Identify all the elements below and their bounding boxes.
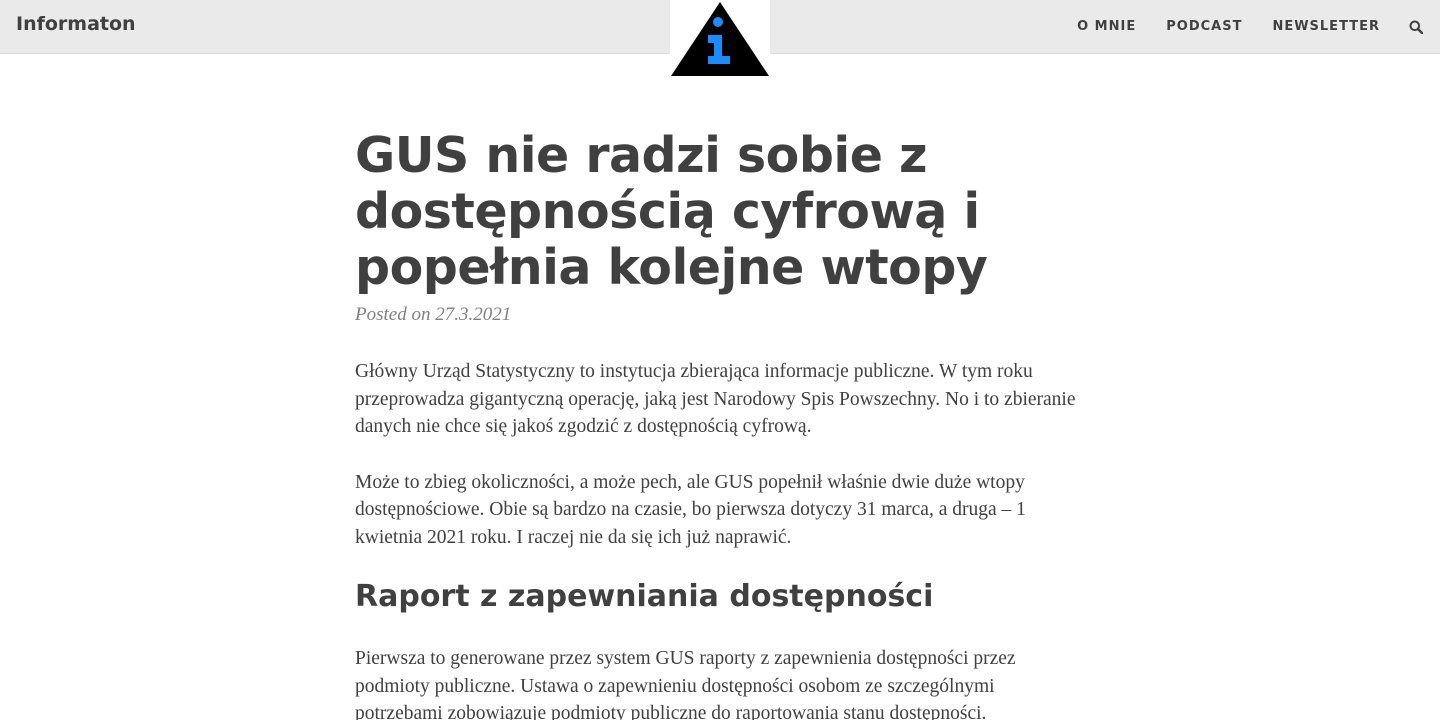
nav-link-newsletter[interactable]: NEWSLETTER <box>1272 19 1380 34</box>
info-triangle-logo-icon <box>671 2 769 76</box>
nav-link-podcast[interactable]: PODCAST <box>1166 19 1242 34</box>
section-heading: Raport z zapewniania dostępności <box>355 579 934 614</box>
nav-link-o-mnie[interactable]: O MNIE <box>1077 19 1136 34</box>
site-logo[interactable] <box>670 0 770 78</box>
section-paragraph: Pierwsza to generowane przez system GUS … <box>355 648 1016 720</box>
post-date: Posted on 27.3.2021 <box>355 304 512 325</box>
post-paragraph: Główny Urząd Statystyczny to instytucja … <box>355 361 1076 437</box>
top-navbar: Informaton O MNIE PODCAST NEWSLETTER <box>0 0 1440 78</box>
search-button[interactable] <box>1408 19 1424 35</box>
post-content: GUS nie radzi sobie z dostępnością cyfro… <box>355 128 1085 720</box>
post-paragraph: Może to zbieg okoliczności, a może pech,… <box>355 471 1026 548</box>
post-title: GUS nie radzi sobie z dostępnością cyfro… <box>355 127 988 296</box>
search-icon <box>1409 20 1423 34</box>
site-brand-link[interactable]: Informaton <box>16 13 136 35</box>
main-navigation: O MNIE PODCAST NEWSLETTER <box>1077 0 1440 53</box>
